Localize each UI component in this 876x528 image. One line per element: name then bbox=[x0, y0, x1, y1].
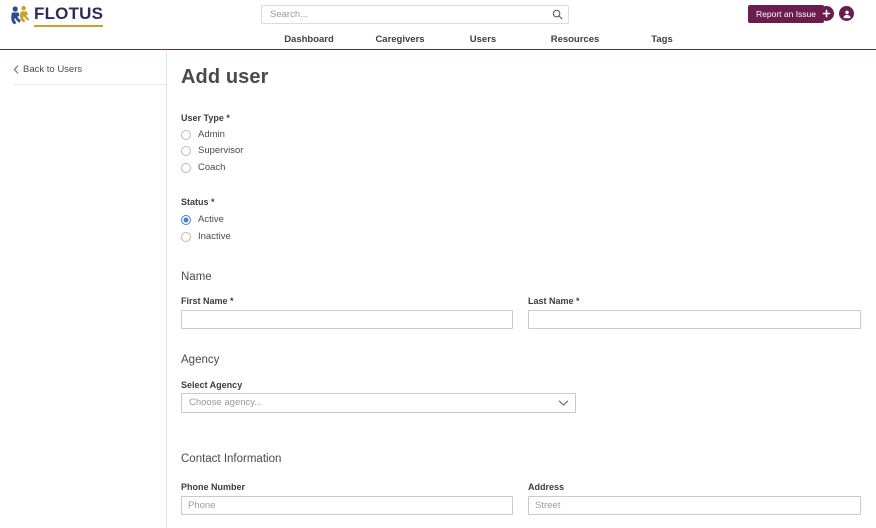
contact-section-heading: Contact Information bbox=[181, 453, 282, 465]
first-name-input[interactable] bbox=[181, 310, 513, 329]
radio-status-active[interactable]: Active bbox=[181, 214, 224, 225]
back-link-label: Back to Users bbox=[23, 64, 83, 75]
nav-item-resources[interactable]: Resources bbox=[523, 34, 627, 45]
name-section-heading: Name bbox=[181, 271, 212, 283]
last-name-label: Last Name * bbox=[528, 296, 580, 306]
search-box[interactable] bbox=[261, 5, 569, 24]
brand-logo[interactable]: FLOTUS bbox=[8, 3, 104, 27]
nav-item-users[interactable]: Users bbox=[443, 34, 523, 45]
search-icon[interactable] bbox=[552, 9, 563, 20]
sidebar-divider bbox=[13, 84, 171, 85]
phone-number-input[interactable] bbox=[181, 496, 513, 515]
radio-label: Inactive bbox=[198, 231, 231, 242]
radio-status-inactive[interactable]: Inactive bbox=[181, 231, 231, 242]
radio-indicator[interactable] bbox=[181, 214, 191, 225]
radio-indicator[interactable] bbox=[181, 145, 191, 156]
radio-user-type-supervisor[interactable]: Supervisor bbox=[181, 145, 243, 156]
agency-section-heading: Agency bbox=[181, 354, 220, 366]
agency-select[interactable]: Choose agency... bbox=[181, 393, 576, 413]
sidebar: Back to Users bbox=[0, 51, 171, 528]
nav-item-tags[interactable]: Tags bbox=[627, 34, 697, 45]
radio-label: Supervisor bbox=[198, 145, 244, 156]
radio-indicator[interactable] bbox=[181, 231, 191, 242]
user-type-label: User Type * bbox=[181, 113, 230, 123]
status-label: Status * bbox=[181, 197, 215, 207]
chevron-down-icon[interactable] bbox=[558, 399, 569, 407]
radio-label: Admin bbox=[198, 129, 225, 140]
radio-label: Coach bbox=[198, 162, 226, 173]
top-bar: FLOTUS Report an Issue bbox=[0, 0, 876, 29]
nav-items: Dashboard Caregivers Users Resources Tag… bbox=[261, 29, 697, 50]
flotus-figure-icon bbox=[11, 5, 29, 25]
report-an-issue-button[interactable]: Report an Issue bbox=[748, 5, 825, 23]
brand-name: FLOTUS bbox=[34, 3, 104, 27]
nav-item-dashboard[interactable]: Dashboard bbox=[261, 34, 357, 45]
main-content: Add user User Type * Admin Supervisor Co… bbox=[167, 51, 876, 528]
plus-circle-icon[interactable] bbox=[819, 6, 834, 21]
radio-user-type-coach[interactable]: Coach bbox=[181, 162, 225, 173]
radio-label: Active bbox=[198, 214, 224, 225]
select-agency-label: Select Agency bbox=[181, 380, 243, 390]
last-name-input[interactable] bbox=[528, 310, 861, 329]
account-circle-icon[interactable] bbox=[839, 6, 854, 21]
radio-indicator[interactable] bbox=[181, 162, 191, 173]
chevron-left-icon bbox=[13, 65, 19, 74]
plus-icon bbox=[822, 9, 831, 18]
back-to-users-link[interactable]: Back to Users bbox=[13, 64, 82, 75]
main-navigation: Dashboard Caregivers Users Resources Tag… bbox=[0, 29, 876, 50]
first-name-label: First Name * bbox=[181, 296, 234, 306]
nav-item-caregivers[interactable]: Caregivers bbox=[357, 34, 443, 45]
phone-number-label: Phone Number bbox=[181, 482, 246, 492]
page-title: Add user bbox=[181, 66, 269, 88]
search-input[interactable] bbox=[268, 6, 544, 23]
person-icon bbox=[842, 10, 851, 18]
radio-user-type-admin[interactable]: Admin bbox=[181, 129, 225, 140]
agency-select-value: Choose agency... bbox=[189, 397, 263, 408]
address-input[interactable] bbox=[528, 496, 861, 515]
app-window: FLOTUS Report an Issue Dashboard bbox=[0, 0, 876, 528]
address-label: Address bbox=[528, 482, 565, 492]
radio-indicator[interactable] bbox=[181, 129, 191, 140]
